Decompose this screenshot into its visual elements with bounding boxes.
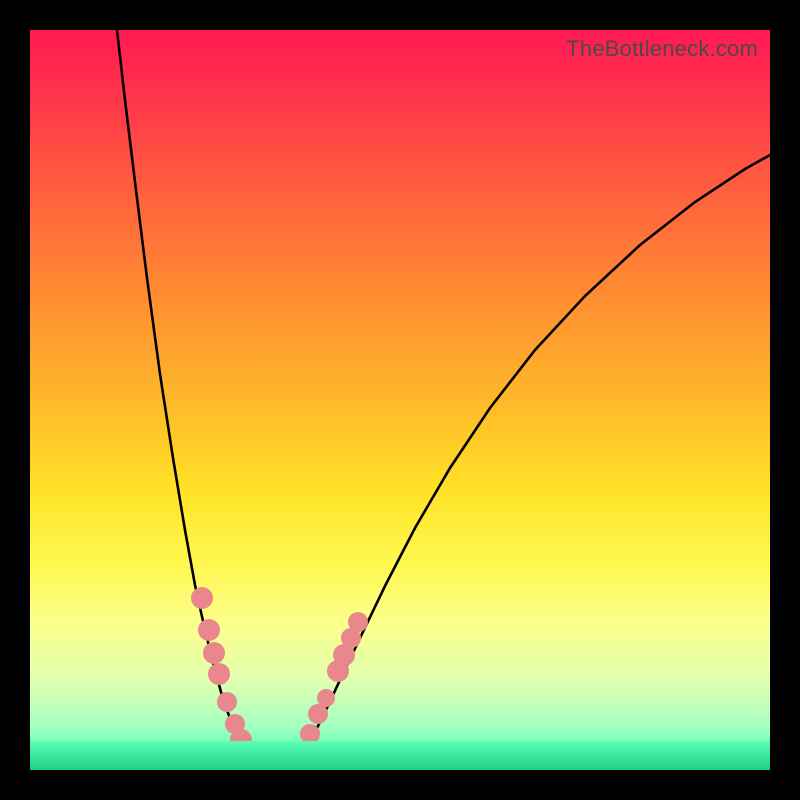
watermark-text: TheBottleneck.com bbox=[566, 36, 758, 62]
green-floor-band bbox=[30, 741, 770, 770]
gradient-background bbox=[30, 30, 770, 770]
outer-frame: TheBottleneck.com bbox=[0, 0, 800, 800]
plot-area: TheBottleneck.com bbox=[30, 30, 770, 770]
